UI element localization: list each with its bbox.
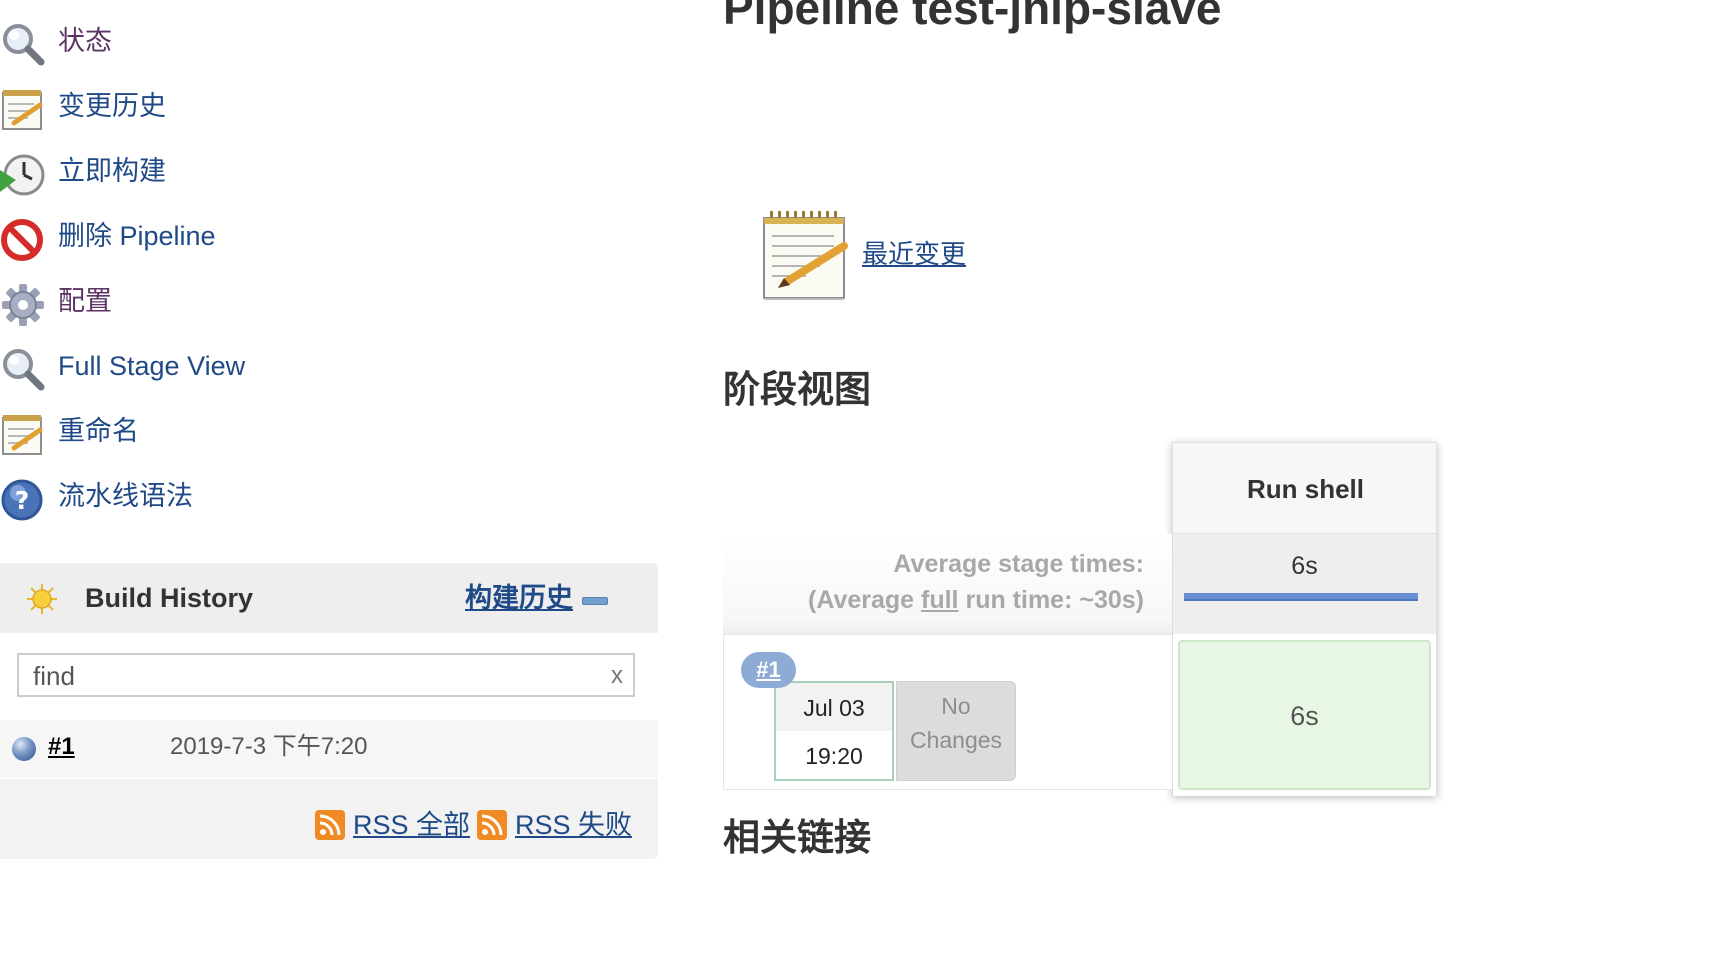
related-links-heading: 相关链接 [723, 817, 871, 858]
build-search-input[interactable] [31, 659, 595, 693]
task-delete[interactable]: 删除 Pipeline [0, 205, 600, 269]
run-date: Jul 03 [776, 683, 892, 731]
task-label-configure[interactable]: 配置 [58, 284, 112, 318]
task-build-now[interactable]: 立即构建 [0, 140, 600, 204]
average-times-label: Average stage times: (Average full run t… [723, 534, 1172, 634]
stage-view-heading: 阶段视图 [723, 369, 871, 410]
build-history-trend-link[interactable]: 构建历史 [465, 581, 573, 615]
no-entry-icon [1, 219, 43, 261]
help-icon: ? [1, 479, 43, 521]
build-history-body: x #1 2019-7-3 下午7:20 [0, 633, 658, 779]
run-changes-box[interactable]: No Changes [896, 681, 1016, 781]
build-date: 2019-7-3 下午7:20 [170, 733, 368, 760]
run-number-badge[interactable]: #1 [741, 652, 796, 688]
rss-failed-link[interactable]: RSS 失败 [515, 808, 632, 842]
build-history-widget: Build History 构建历史 x #1 2019-7-3 下午7:20 … [0, 563, 658, 859]
task-label-rename[interactable]: 重命名 [58, 414, 139, 448]
run-stage-cell[interactable]: 6s [1172, 634, 1437, 796]
build-row: #1 2019-7-3 下午7:20 [0, 720, 658, 778]
task-changes[interactable]: 变更历史 [0, 75, 600, 139]
sun-icon [27, 584, 57, 614]
svg-text:?: ? [15, 486, 30, 515]
task-pipeline-syntax[interactable]: ? 流水线语法 [0, 465, 600, 529]
task-label-full-stage-view[interactable]: Full Stage View [58, 349, 245, 383]
recent-changes-link[interactable]: 最近变更 [862, 238, 966, 270]
search-icon [3, 349, 45, 391]
search-icon [3, 24, 45, 66]
page-title: Pipeline test-jnlp-slave [723, 0, 1222, 34]
task-label-delete[interactable]: 删除 Pipeline [58, 219, 216, 253]
task-full-stage-view[interactable]: Full Stage View [0, 335, 600, 399]
avg-stage-times-label: Average stage times: [893, 550, 1144, 578]
rss-icon [315, 810, 345, 840]
avg-stage-time-bar [1184, 593, 1418, 601]
rss-all[interactable]: RSS 全部 [315, 808, 470, 842]
task-rename[interactable]: 重命名 [0, 400, 600, 464]
build-status-ball-icon [12, 737, 36, 761]
gear-icon [2, 284, 44, 326]
avg-run-suffix: run time: ~30s) [958, 586, 1144, 614]
build-number-link[interactable]: #1 [48, 732, 75, 762]
build-history-header: Build History 构建历史 [0, 563, 658, 633]
avg-stage-time-cell: 6s [1172, 534, 1437, 634]
clock-icon [0, 154, 45, 196]
avg-run-time-label: (Average full run time: ~30s) [808, 584, 1144, 616]
task-label-status[interactable]: 状态 [58, 24, 112, 58]
run-changes-line2: Changes [909, 727, 1003, 753]
task-label-build-now[interactable]: 立即构建 [58, 154, 166, 188]
run-date-box: Jul 03 19:20 [774, 681, 894, 781]
run-stage-time: 6s [1290, 701, 1319, 731]
collapse-icon[interactable] [582, 597, 608, 605]
task-configure[interactable]: 配置 [0, 270, 600, 334]
avg-stage-time: 6s [1291, 552, 1318, 580]
build-history-title: Build History [85, 583, 254, 613]
notepad-icon [763, 211, 848, 300]
notepad-icon [2, 90, 43, 130]
avg-run-prefix: (Average [808, 586, 922, 614]
task-label-changes[interactable]: 变更历史 [58, 89, 166, 123]
task-label-pipeline-syntax[interactable]: 流水线语法 [58, 479, 193, 513]
stage-header: Run shell [1172, 442, 1437, 534]
rss-icon [477, 810, 507, 840]
rss-failed[interactable]: RSS 失败 [477, 808, 632, 842]
run-time: 19:20 [805, 743, 863, 769]
rss-all-link[interactable]: RSS 全部 [353, 808, 470, 842]
task-status[interactable]: 状态 [0, 10, 600, 74]
stage-name: Run shell [1246, 474, 1364, 504]
search-clear-button[interactable]: x [611, 661, 623, 691]
run-stage-success-cell[interactable]: 6s [1178, 640, 1431, 790]
avg-full-link[interactable]: full [921, 586, 959, 614]
build-search-box: x [17, 653, 635, 697]
notepad-icon [2, 415, 43, 455]
run-changes-line1: No [941, 693, 971, 719]
